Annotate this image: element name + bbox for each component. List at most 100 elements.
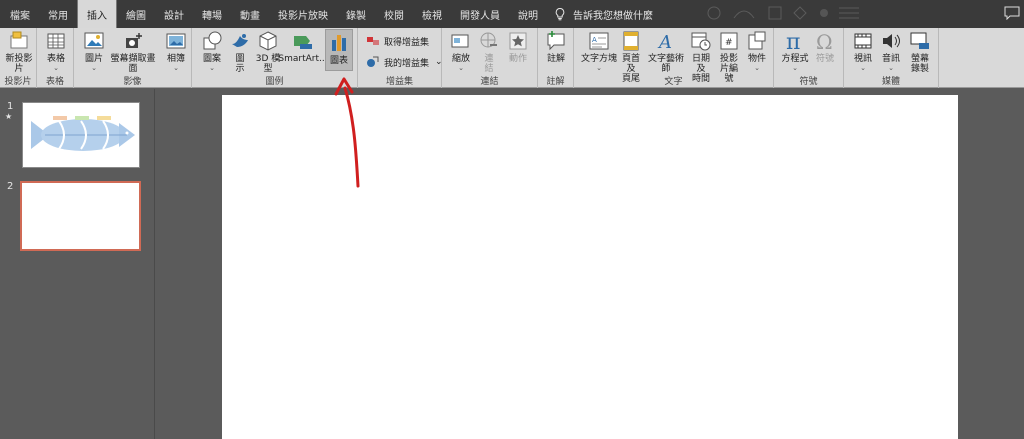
group-label-links: 連結 [480, 77, 499, 87]
tab-animations[interactable]: 動畫 [231, 0, 269, 28]
slide-thumbnail-2[interactable] [20, 181, 141, 251]
video-button[interactable]: 視訊 ⌄ [850, 30, 876, 72]
slide-number-icon: # [720, 32, 738, 50]
3d-models-button[interactable]: 3D 模 型 [254, 30, 282, 74]
ribbon-insert: 新投影 片 投影片 表格 ⌄ 表格 圖片 ⌄ 螢幕擷取畫面 ⌄ 相簿 ⌄ 影像 … [0, 28, 1024, 88]
chevron-down-icon: ⌄ [458, 64, 464, 72]
group-label-slides: 投影片 [4, 77, 32, 87]
group-addins: 取得增益集 我的增益集 ⌄ 增益集 [358, 28, 443, 88]
group-label-illustrations: 圖例 [265, 77, 284, 87]
chevron-down-icon: ⌄ [173, 64, 179, 72]
comment-button[interactable]: 註解 [542, 30, 570, 64]
group-text: A 文字方塊 ⌄ 頁首及 頁尾 A 文字藝術師 ⌄ 日期及 時間 # 投影 片編… [574, 28, 774, 88]
lightbulb-icon [555, 7, 565, 21]
screenshot-label: 螢幕擷取畫面 [110, 54, 156, 74]
3d-models-label-1: 3D 模 [255, 54, 281, 64]
photo-album-icon [166, 33, 186, 49]
chevron-down-icon: ⌄ [53, 64, 59, 72]
group-label-images: 影像 [123, 77, 142, 87]
tab-home[interactable]: 常用 [39, 0, 77, 28]
object-label: 物件 [747, 54, 766, 64]
shapes-button[interactable]: 圖案 ⌄ [198, 30, 226, 72]
table-button[interactable]: 表格 ⌄ [42, 30, 70, 72]
screen-recording-button[interactable]: 螢幕 錄製 [906, 30, 934, 74]
tab-record[interactable]: 錄製 [337, 0, 375, 28]
group-media: 視訊 ⌄ 音訊 ⌄ 螢幕 錄製 媒體 [844, 28, 939, 88]
group-slides: 新投影 片 投影片 [0, 28, 37, 88]
action-label: 動作 [508, 54, 527, 64]
icons-button[interactable]: 圖 示 [228, 30, 252, 74]
group-symbols: π 方程式 ⌄ Ω 符號 符號 [774, 28, 844, 88]
globe-link-icon [480, 32, 497, 48]
group-label-addins: 增益集 [385, 77, 413, 87]
tab-view[interactable]: 檢視 [413, 0, 451, 28]
table-label: 表格 [46, 54, 65, 64]
chevron-down-icon: ⌄ [209, 64, 215, 72]
screen-recording-label-2: 錄製 [910, 64, 929, 74]
zoom-button[interactable]: 縮放 ⌄ [448, 30, 474, 72]
tab-developer[interactable]: 開發人員 [451, 0, 509, 28]
link-label-2: 結 [484, 64, 494, 74]
tab-slideshow[interactable]: 投影片放映 [269, 0, 337, 28]
video-label: 視訊 [853, 54, 872, 64]
group-links: 縮放 ⌄ 連 結 動作 連結 [442, 28, 538, 88]
photo-album-button[interactable]: 相簿 ⌄ [162, 30, 190, 72]
omega-icon: Ω [816, 30, 833, 52]
textbox-icon: A [589, 32, 609, 50]
tab-design[interactable]: 設計 [155, 0, 193, 28]
symbol-label: 符號 [815, 54, 834, 64]
link-button[interactable]: 連 結 [478, 30, 500, 74]
my-addins-button[interactable]: 我的增益集 ⌄ [366, 55, 443, 69]
chevron-down-icon: ⌄ [792, 64, 798, 72]
action-button[interactable]: 動作 [504, 30, 532, 64]
tab-review[interactable]: 校閱 [375, 0, 413, 28]
current-slide-canvas[interactable] [222, 95, 958, 439]
zoom-icon [451, 34, 469, 48]
get-addins-label: 取得增益集 [384, 37, 430, 48]
pictures-button[interactable]: 圖片 ⌄ [80, 30, 108, 72]
chevron-down-icon: ⌄ [860, 64, 866, 72]
textbox-label: 文字方塊 [580, 54, 617, 64]
group-label-comments: 註解 [546, 77, 565, 87]
speaker-icon [883, 34, 900, 48]
decorative-doodle-icon [707, 6, 859, 20]
chevron-down-icon: ⌄ [91, 64, 97, 72]
group-label-media: 媒體 [881, 77, 900, 87]
symbol-button[interactable]: Ω 符號 [812, 30, 838, 64]
new-comment-icon [547, 31, 565, 51]
slide-thumbnail-1[interactable] [22, 102, 140, 168]
wordart-icon: A [657, 32, 672, 52]
audio-label: 音訊 [881, 54, 900, 64]
textbox-button[interactable]: A 文字方塊 ⌄ [580, 30, 618, 72]
icons-bird-icon [232, 34, 248, 47]
group-label-symbols: 符號 [799, 77, 818, 87]
tab-transitions[interactable]: 轉場 [193, 0, 231, 28]
new-slide-label-1: 新投影 [5, 54, 33, 64]
chevron-down-icon: ⌄ [596, 64, 602, 72]
tell-me-search[interactable]: 告訴我您想做什麼 [553, 0, 653, 28]
chevron-down-icon: ⌄ [888, 64, 894, 72]
photo-album-label: 相簿 [166, 54, 185, 64]
header-footer-label-1: 頁首及 [621, 54, 640, 74]
tab-help[interactable]: 說明 [509, 0, 547, 28]
comment-icon[interactable] [1004, 6, 1020, 20]
new-slide-button[interactable]: 新投影 片 [3, 30, 35, 74]
pi-icon: π [786, 30, 800, 52]
tab-draw[interactable]: 繪圖 [117, 0, 155, 28]
tab-file[interactable]: 檔案 [0, 0, 39, 28]
get-addins-button[interactable]: 取得增益集 [366, 34, 429, 48]
audio-button[interactable]: 音訊 ⌄ [878, 30, 904, 72]
smartart-button[interactable]: SmartArt... [278, 30, 328, 64]
new-slide-icon [10, 31, 28, 49]
screen-recording-label-1: 螢幕 [910, 54, 929, 64]
chart-button[interactable]: 圖表 [325, 29, 353, 71]
icons-label-1: 圖 [235, 54, 245, 64]
object-button[interactable]: 物件 ⌄ [744, 30, 770, 72]
tab-insert[interactable]: 插入 [77, 0, 117, 28]
equation-button[interactable]: π 方程式 ⌄ [780, 30, 810, 72]
group-images: 圖片 ⌄ 螢幕擷取畫面 ⌄ 相簿 ⌄ 影像 [74, 28, 192, 88]
cube-icon [259, 31, 277, 51]
equation-label: 方程式 [781, 54, 809, 64]
svg-text:A: A [592, 36, 597, 44]
date-time-label-1: 日期及 [691, 54, 710, 74]
